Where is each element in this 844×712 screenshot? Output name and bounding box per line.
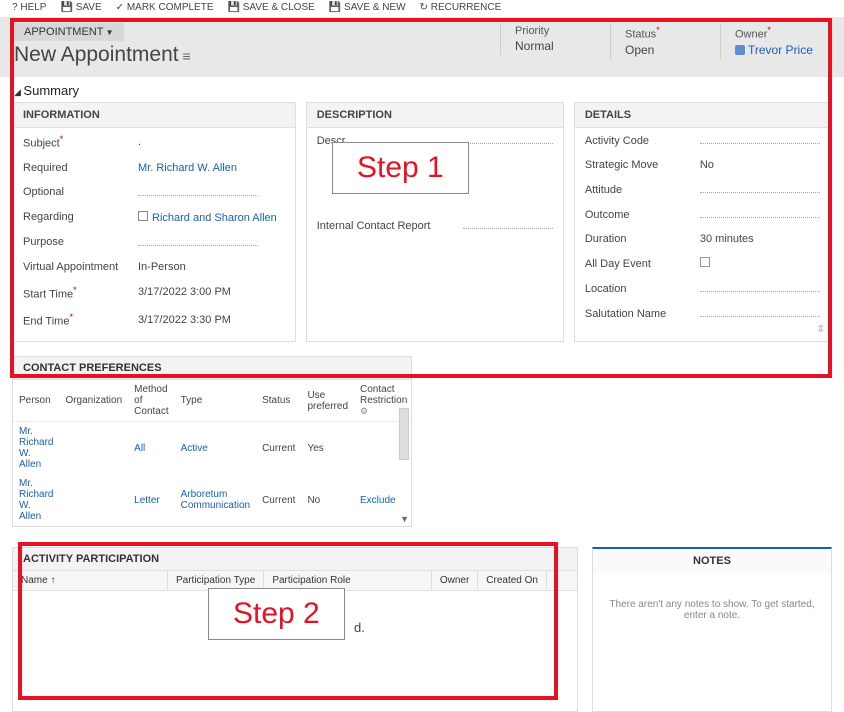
scrollbar[interactable] <box>399 408 409 460</box>
contact-preferences-header: CONTACT PREFERENCES <box>13 357 411 380</box>
col-use-pref[interactable]: Use preferred <box>301 380 354 422</box>
details-panel: DETAILS Activity Code Strategic Move No … <box>574 102 832 342</box>
save-new-button[interactable]: 💾 SAVE & NEW <box>329 2 406 13</box>
optional-label: Optional <box>23 186 138 198</box>
start-time-input[interactable]: 3/17/2022 3:00 PM <box>138 286 285 298</box>
recurrence-button[interactable]: ↻ RECURRENCE <box>420 2 502 13</box>
description-panel: DESCRIPTION Descr Internal Contact Repor… <box>306 102 564 342</box>
help-button[interactable]: ? HELP <box>12 2 46 13</box>
end-time-input[interactable]: 3/17/2022 3:30 PM <box>138 314 285 326</box>
col-type[interactable]: Type <box>175 380 256 422</box>
icr-input[interactable] <box>457 219 553 232</box>
annotation-step-2: Step 2 <box>208 588 345 640</box>
virtual-select[interactable]: In-Person <box>138 261 285 273</box>
strategic-move-input[interactable]: No <box>700 159 821 171</box>
annotation-step-1: Step 1 <box>332 142 469 194</box>
information-header: INFORMATION <box>13 103 295 128</box>
end-time-label: End Time* <box>23 312 138 328</box>
priority-field: Priority Normal <box>500 23 610 55</box>
allday-checkbox[interactable] <box>700 257 821 270</box>
location-input[interactable] <box>700 282 821 295</box>
page-title: New Appointment <box>14 43 500 67</box>
col-status[interactable]: Status <box>256 380 301 422</box>
contact-preferences-panel: CONTACT PREFERENCES Person Organization … <box>12 356 412 527</box>
col-person[interactable]: Person <box>13 380 59 422</box>
annotation-trailing-text: d. <box>354 620 365 635</box>
notes-empty-state[interactable]: There aren't any notes to show. To get s… <box>593 573 831 647</box>
record-icon <box>138 211 148 221</box>
attitude-label: Attitude <box>585 184 700 196</box>
table-row[interactable]: Mr. Richard W. Allen Letter Arboretum Co… <box>13 474 413 526</box>
record-header: APPOINTMENT New Appointment Priority Nor… <box>0 17 844 77</box>
summary-section-title[interactable]: Summary <box>0 77 844 102</box>
duration-label: Duration <box>585 233 700 245</box>
scroll-down-icon[interactable]: ▼ <box>400 514 409 524</box>
command-bar: ? HELP 💾 SAVE ✓ MARK COMPLETE 💾 SAVE & C… <box>0 0 844 17</box>
attitude-input[interactable] <box>700 183 821 196</box>
mark-complete-button[interactable]: ✓ MARK COMPLETE <box>116 2 214 13</box>
subject-input[interactable]: . <box>138 136 285 148</box>
salutation-label: Salutation Name <box>585 308 700 320</box>
scroll-arrows-icon[interactable]: ⇳ <box>817 324 825 335</box>
duration-input[interactable]: 30 minutes <box>700 233 821 245</box>
user-icon <box>735 45 745 55</box>
start-time-label: Start Time* <box>23 285 138 301</box>
purpose-input[interactable] <box>138 236 285 249</box>
outcome-label: Outcome <box>585 209 700 221</box>
contact-preferences-table: Person Organization Method of Contact Ty… <box>13 380 413 526</box>
information-panel: INFORMATION Subject* . Required Mr. Rich… <box>12 102 296 342</box>
strategic-move-label: Strategic Move <box>585 159 700 171</box>
col-owner[interactable]: Owner <box>432 571 478 590</box>
activity-code-input[interactable] <box>700 134 821 147</box>
notes-panel: NOTES There aren't any notes to show. To… <box>592 547 832 712</box>
activity-participation-header: ACTIVITY PARTICIPATION <box>13 548 577 571</box>
regarding-lookup[interactable]: Richard and Sharon Allen <box>138 211 285 224</box>
icr-label: Internal Contact Report <box>317 220 457 232</box>
save-close-button[interactable]: 💾 SAVE & CLOSE <box>228 2 315 13</box>
col-method[interactable]: Method of Contact <box>128 380 174 422</box>
col-created-on[interactable]: Created On <box>478 571 547 590</box>
gear-icon[interactable]: ⚙ <box>360 406 368 416</box>
owner-link[interactable]: Trevor Price <box>748 43 813 57</box>
required-label: Required <box>23 162 138 174</box>
location-label: Location <box>585 283 700 295</box>
col-organization[interactable]: Organization <box>59 380 128 422</box>
save-button[interactable]: 💾 SAVE <box>60 2 101 13</box>
record-type-dropdown[interactable]: APPOINTMENT <box>14 23 124 41</box>
regarding-label: Regarding <box>23 211 138 223</box>
col-name[interactable]: Name ↑ <box>13 571 168 590</box>
owner-field: Owner* Trevor Price <box>720 23 830 59</box>
status-field: Status* Open <box>610 23 720 59</box>
details-header: DETAILS <box>575 103 831 128</box>
allday-label: All Day Event <box>585 258 700 270</box>
subject-label: Subject* <box>23 134 138 150</box>
table-row[interactable]: Mr. Richard W. Allen All Active Current … <box>13 422 413 475</box>
activity-code-label: Activity Code <box>585 135 700 147</box>
required-lookup[interactable]: Mr. Richard W. Allen <box>138 162 285 174</box>
virtual-label: Virtual Appointment <box>23 261 138 273</box>
salutation-input[interactable] <box>700 307 821 320</box>
purpose-label: Purpose <box>23 236 138 248</box>
notes-header: NOTES <box>593 549 831 573</box>
outcome-input[interactable] <box>700 208 821 221</box>
optional-input[interactable] <box>138 186 285 199</box>
description-header: DESCRIPTION <box>307 103 563 128</box>
